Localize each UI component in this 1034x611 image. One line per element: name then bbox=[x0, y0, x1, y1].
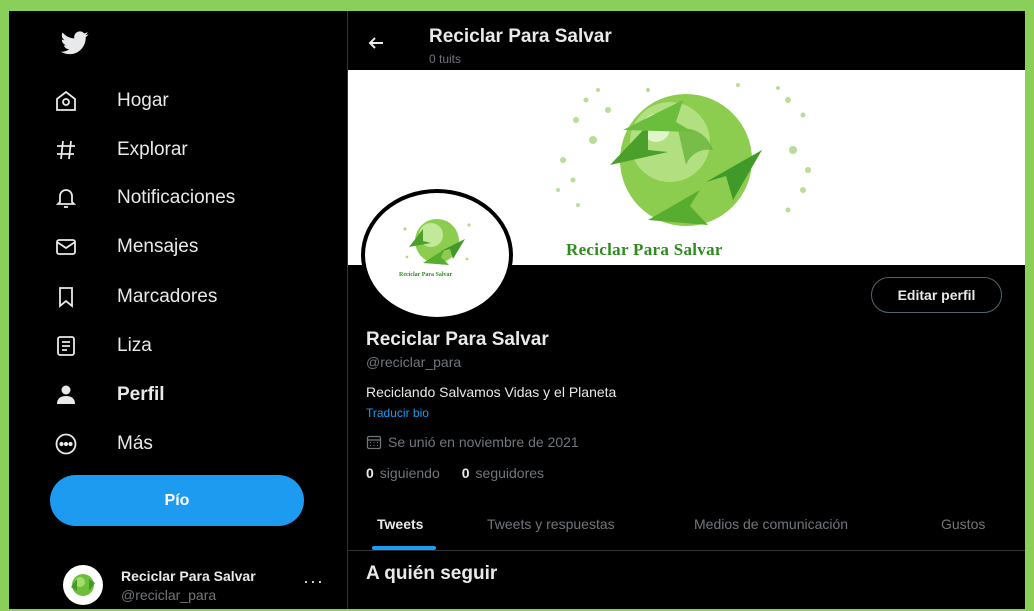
sidebar-item-messages[interactable]: Mensajes bbox=[51, 227, 198, 267]
sidebar-item-profile[interactable]: Perfil bbox=[51, 375, 165, 415]
profile-tabs: Tweets Tweets y respuestas Medios de com… bbox=[348, 501, 1025, 551]
sidebar-item-label: Más bbox=[117, 433, 153, 454]
profile-avatar[interactable]: Reciclar Para Salvar bbox=[361, 189, 513, 321]
more-dots-icon[interactable]: ··· bbox=[303, 571, 324, 592]
sidebar-item-label: Hogar bbox=[117, 90, 169, 111]
avatar-text: Reciclar Para Salvar bbox=[399, 272, 453, 278]
more-circle-icon bbox=[51, 429, 81, 459]
active-tab-indicator bbox=[372, 546, 436, 550]
page-title: Reciclar Para Salvar bbox=[429, 26, 612, 47]
sidebar-item-bookmarks[interactable]: Marcadores bbox=[51, 277, 217, 317]
followers-label: seguidores bbox=[475, 465, 545, 481]
avatar bbox=[63, 565, 103, 605]
sidebar-item-label: Marcadores bbox=[117, 286, 218, 307]
sidebar-item-more[interactable]: Más bbox=[51, 424, 153, 464]
main-column: Reciclar Para Salvar 0 tuits Reciclar Pa… bbox=[348, 11, 1025, 609]
list-icon bbox=[51, 331, 81, 361]
account-switcher[interactable]: Reciclar Para Salvar @reciclar_para ··· bbox=[55, 561, 335, 609]
join-date: Se unió en noviembre de 2021 bbox=[366, 434, 579, 450]
app-window: Hogar Explorar Notificaciones Mensajes M… bbox=[9, 11, 1025, 609]
join-date-text: Se unió en noviembre de 2021 bbox=[388, 434, 579, 450]
bookmark-icon bbox=[51, 282, 81, 312]
profile-name: Reciclar Para Salvar bbox=[366, 329, 549, 350]
twitter-bird-icon[interactable] bbox=[60, 31, 89, 57]
hashtag-icon bbox=[51, 135, 81, 165]
sidebar-item-notifications[interactable]: Notificaciones bbox=[51, 178, 235, 218]
home-icon bbox=[51, 86, 81, 116]
bell-icon bbox=[51, 183, 81, 213]
account-name: Reciclar Para Salvar bbox=[121, 567, 256, 584]
avatar-globe-graphic bbox=[403, 219, 471, 265]
person-icon bbox=[51, 380, 81, 410]
sidebar-item-home[interactable]: Hogar bbox=[51, 81, 169, 121]
sidebar-item-label: Notificaciones bbox=[117, 187, 236, 208]
envelope-icon bbox=[51, 232, 81, 262]
edit-profile-button[interactable]: Editar perfil bbox=[871, 277, 1002, 313]
translate-bio-link[interactable]: Traducir bio bbox=[366, 406, 429, 420]
sidebar-item-label: Perfil bbox=[117, 384, 165, 405]
tweet-button[interactable]: Pío bbox=[50, 475, 304, 526]
tweet-count: 0 tuits bbox=[429, 52, 462, 66]
calendar-icon bbox=[366, 434, 382, 450]
back-arrow-icon[interactable] bbox=[366, 33, 386, 53]
tab-tweets-replies[interactable]: Tweets y respuestas bbox=[487, 516, 615, 532]
tab-media[interactable]: Medios de comunicación bbox=[694, 516, 848, 532]
sidebar-item-label: Mensajes bbox=[117, 236, 199, 257]
profile-bio: Reciclando Salvamos Vidas y el Planeta bbox=[366, 384, 617, 400]
followers-count: 0 bbox=[461, 465, 470, 481]
profile-header-bar: Reciclar Para Salvar 0 tuits bbox=[348, 11, 1025, 69]
profile-handle: @reciclar_para bbox=[366, 354, 462, 370]
who-to-follow-heading: A quién seguir bbox=[366, 563, 498, 584]
sidebar: Hogar Explorar Notificaciones Mensajes M… bbox=[9, 11, 348, 609]
following-link[interactable]: 0 siguiendo bbox=[366, 465, 440, 481]
follow-counts: 0 siguiendo 0 seguidores bbox=[366, 465, 566, 481]
following-label: siguiendo bbox=[379, 465, 440, 481]
sidebar-item-label: Liza bbox=[117, 335, 152, 356]
followers-link[interactable]: 0 seguidores bbox=[462, 465, 544, 481]
banner-text: Reciclar Para Salvar bbox=[566, 240, 723, 259]
sidebar-item-explore[interactable]: Explorar bbox=[51, 130, 188, 170]
account-handle: @reciclar_para bbox=[121, 586, 217, 603]
tab-likes[interactable]: Gustos bbox=[941, 516, 985, 532]
sidebar-item-lists[interactable]: Liza bbox=[51, 326, 152, 366]
tab-tweets[interactable]: Tweets bbox=[377, 516, 423, 532]
following-count: 0 bbox=[366, 465, 374, 481]
sidebar-item-label: Explorar bbox=[117, 139, 188, 160]
